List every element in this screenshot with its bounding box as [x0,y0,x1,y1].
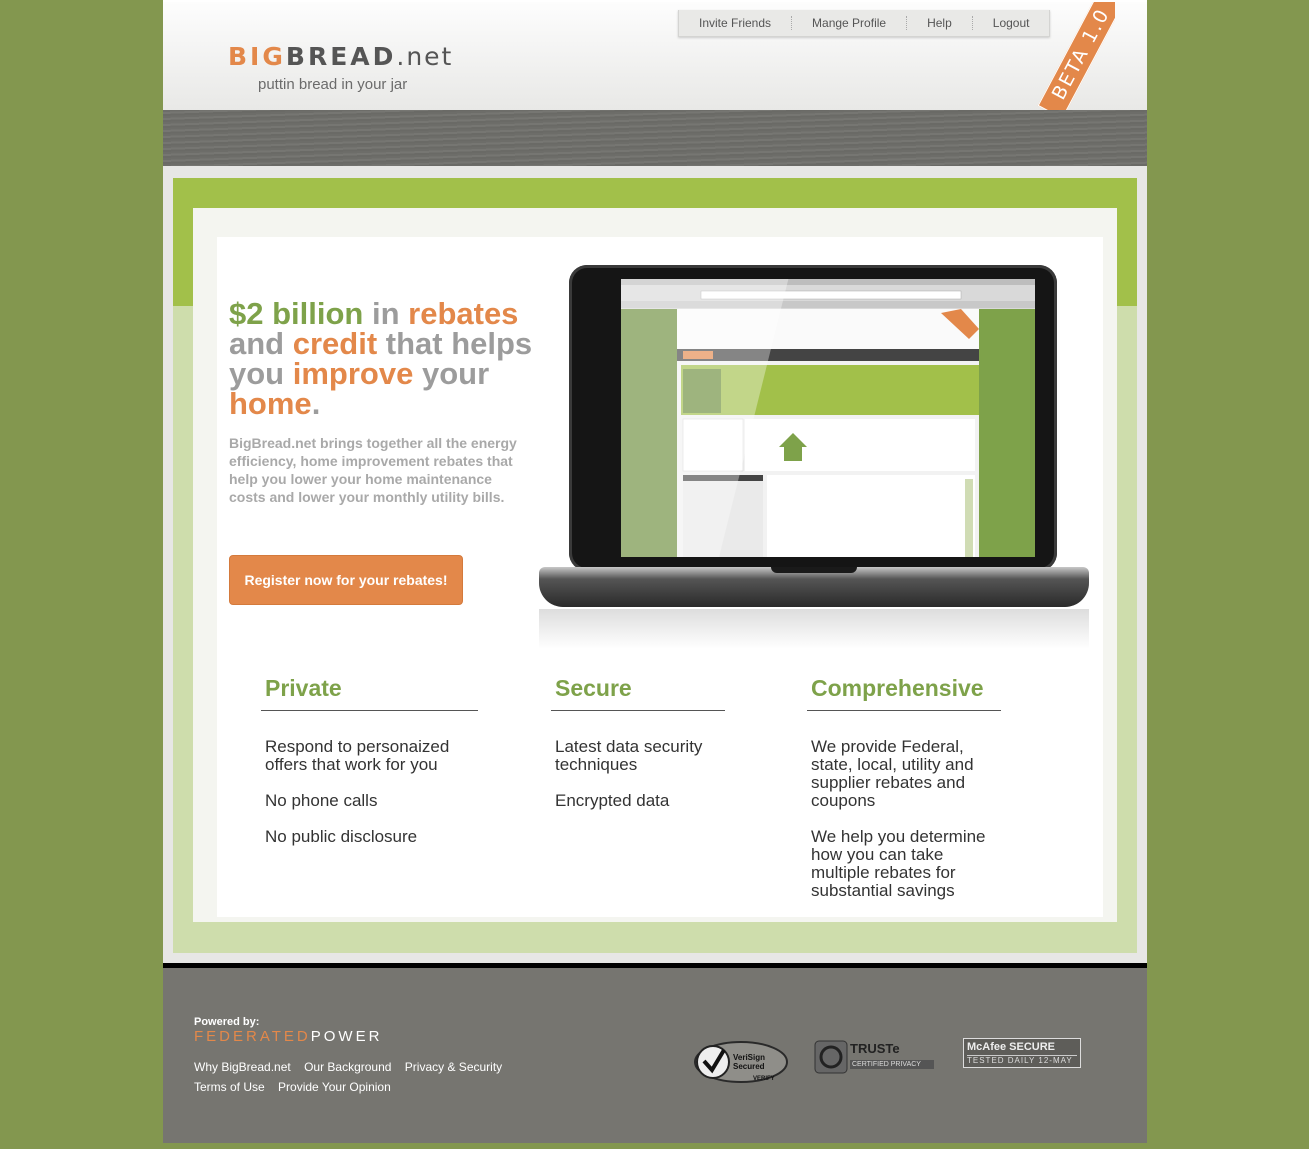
logo[interactable]: BIGBREAD.net [228,42,453,71]
mcafee-text: McAfee SECURE [967,1041,1056,1053]
federated-text: FEDERATED [194,1028,311,1045]
header-texture-band [163,110,1147,166]
feature-item: No public disclosure [265,827,418,846]
tagline: puttin bread in your jar [258,76,408,93]
feature-private: Private Respond to personaized offers th… [261,675,478,846]
header: BIGBREAD.net puttin bread in your jar In… [163,0,1147,114]
feature-title: Secure [551,675,725,711]
laptop-reflection [539,609,1089,649]
mcafee-badge[interactable]: McAfee SECURE TESTED DAILY 12-MAY [963,1038,1081,1074]
main-inner: $2 billion in rebates and credit that he… [193,208,1117,922]
beta-ribbon: BETA 1.0 [1037,2,1115,114]
truste-seal-icon [814,1040,848,1074]
nav-invite-friends[interactable]: Invite Friends [679,16,793,30]
truste-badge[interactable]: TRUSTe CERTIFIED PRIVACY [814,1038,934,1078]
power-text: POWER [310,1028,383,1045]
truste-text: TRUSTe [850,1041,900,1056]
federated-power-logo[interactable]: FEDERATEDPOWER [194,1028,382,1045]
logo-big: BIG [228,42,286,71]
nav-help[interactable]: Help [907,16,973,30]
hero-headline: $2 billion in rebates and credit that he… [229,298,559,421]
footer-links-row-2: Terms of Use Provide Your Opinion [194,1080,401,1094]
footer-link-opinion[interactable]: Provide Your Opinion [278,1080,391,1094]
mcafee-box: McAfee SECURE TESTED DAILY 12-MAY [963,1038,1081,1068]
verisign-verify-text: VERIFY [753,1076,775,1082]
logo-net: .net [396,42,454,71]
feature-item: We help you determine how you can take m… [811,827,986,900]
mcafee-sub-text: TESTED DAILY 12-MAY [967,1055,1077,1065]
register-button[interactable]: Register now for your rebates! [229,555,463,605]
footer: Powered by: FEDERATEDPOWER Why BigBread.… [163,963,1147,1143]
page: BIGBREAD.net puttin bread in your jar In… [163,0,1147,1143]
feature-item: No phone calls [265,791,378,810]
verisign-text: VeriSign Secured [733,1053,766,1071]
footer-link-terms[interactable]: Terms of Use [194,1080,265,1094]
main-frame: $2 billion in rebates and credit that he… [173,178,1137,953]
laptop-base [539,567,1089,607]
feature-item: Encrypted data [555,791,670,810]
feature-item: Respond to personaized offers that work … [265,737,450,774]
headline-home: home [229,386,312,421]
footer-link-why[interactable]: Why BigBread.net [194,1060,291,1074]
feature-comprehensive: Comprehensive We provide Federal, state,… [807,675,1001,900]
hero-intro: BigBread.net brings together all the ene… [229,435,517,505]
feature-title: Comprehensive [807,675,1001,711]
truste-sub-text: CERTIFIED PRIVACY [850,1060,934,1069]
feature-secure: Secure Latest data security techniques E… [551,675,725,810]
verisign-badge[interactable]: VeriSign Secured VERIFY [693,1038,789,1084]
laptop-image [539,265,1089,665]
powered-by-label: Powered by: [194,1016,260,1028]
top-nav: Invite Friends Mange Profile Help Logout [678,10,1051,37]
beta-ribbon-wrap: BETA 1.0 [1025,2,1115,114]
laptop-screen [621,279,1035,557]
logo-bread: BREAD [285,42,397,71]
laptop-notch [771,567,857,573]
headline-text: your [421,356,490,391]
footer-link-background[interactable]: Our Background [304,1060,391,1074]
headline-period: . [311,386,321,421]
footer-links-row-1: Why BigBread.net Our Background Privacy … [194,1060,512,1074]
feature-item: We provide Federal, state, local, utilit… [811,737,974,810]
main-content: $2 billion in rebates and credit that he… [217,237,1103,917]
footer-link-privacy[interactable]: Privacy & Security [405,1060,502,1074]
nav-manage-profile[interactable]: Mange Profile [792,16,908,30]
laptop-lid [569,265,1057,571]
feature-item: Latest data security techniques [555,737,703,774]
feature-title: Private [261,675,478,711]
